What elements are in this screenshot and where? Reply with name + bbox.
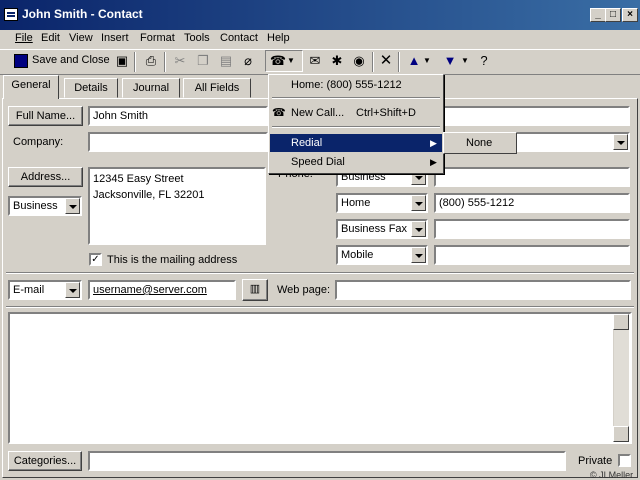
new-call-shortcut: Ctrl+Shift+D (356, 107, 416, 119)
window-title: John Smith - Contact (22, 7, 143, 21)
menu-help[interactable]: Help (267, 30, 290, 46)
divider (6, 272, 634, 274)
contact-card-icon[interactable] (4, 8, 18, 21)
divider (6, 306, 634, 308)
tab-details[interactable]: Details (64, 78, 118, 98)
maximize-icon[interactable]: □ (605, 8, 621, 22)
redial-item[interactable]: Redial (291, 134, 322, 152)
phone-field-1[interactable] (434, 167, 630, 187)
web-page-label: Web page: (277, 284, 331, 296)
categories-button[interactable]: Categories... (8, 451, 82, 471)
print-icon[interactable]: ⎙ (141, 52, 161, 70)
notes-scrollbar[interactable] (613, 314, 629, 442)
phone-icon: ☎ (272, 107, 286, 119)
scroll-down-icon[interactable] (613, 426, 629, 442)
phone-type-combo-4[interactable]: Mobile (336, 245, 428, 265)
menu-format[interactable]: Format (140, 30, 175, 46)
save-and-close-button[interactable]: Save and Close (32, 54, 110, 66)
mailing-address-label: This is the mailing address (107, 254, 238, 266)
dial-home-item[interactable]: Home: (800) 555-1212 (291, 76, 402, 94)
menu-contact[interactable]: Contact (220, 30, 258, 46)
new-letter-icon[interactable]: ✉ (305, 52, 325, 70)
address-type-combo[interactable]: Business (8, 196, 82, 216)
web-page-field[interactable] (335, 280, 631, 300)
tab-general[interactable]: General (3, 75, 59, 99)
toolbar-separator (398, 52, 400, 72)
watermark-text: © JLMeller (590, 470, 634, 480)
phone-type-combo-3[interactable]: Business Fax (336, 219, 428, 239)
menu-view[interactable]: View (69, 30, 93, 46)
menu-bar (0, 28, 640, 48)
submenu-arrow-icon: ▶ (430, 157, 437, 167)
speed-dial-item[interactable]: Speed Dial (291, 153, 345, 171)
delete-icon[interactable]: ✕ (376, 52, 396, 70)
company-label: Company: (13, 136, 64, 148)
toolbar-separator (372, 52, 374, 72)
dial-dropdown-arrow-icon[interactable]: ▼ (286, 52, 296, 70)
menu-separator (272, 97, 440, 99)
next-item-icon[interactable]: ▼ (440, 52, 460, 70)
address-button[interactable]: Address... (8, 167, 83, 187)
address-field[interactable]: 12345 Easy Street Jacksonville, FL 32201 (88, 167, 266, 245)
paste-icon[interactable]: ▤ (216, 52, 236, 70)
close-icon[interactable]: × (622, 8, 638, 22)
email-field[interactable]: username@server.com (88, 280, 236, 300)
menu-tools[interactable]: Tools (184, 30, 210, 46)
address-line-1: 12345 Easy Street (93, 173, 184, 185)
categories-field[interactable] (88, 451, 566, 471)
phone-field-2[interactable]: (800) 555-1212 (434, 193, 630, 213)
tab-all-fields[interactable]: All Fields (183, 78, 251, 98)
copy-icon[interactable]: ❐ (193, 52, 213, 70)
company-field[interactable] (88, 132, 268, 152)
menu-separator (272, 126, 440, 128)
explore-web-icon[interactable]: ◉ (349, 52, 369, 70)
menu-insert[interactable]: Insert (101, 30, 129, 46)
tab-journal[interactable]: Journal (122, 78, 180, 98)
menu-file[interactable]: File (15, 30, 33, 46)
toolbar-separator (164, 52, 166, 72)
mailing-address-checkbox[interactable]: ✓ (89, 253, 102, 266)
private-checkbox[interactable] (618, 454, 631, 467)
meeting-request-icon[interactable]: ✱ (327, 52, 347, 70)
next-dropdown-icon[interactable]: ▼ (460, 52, 470, 70)
submenu-arrow-icon: ▶ (430, 138, 437, 148)
email-type-combo[interactable]: E-mail (8, 280, 82, 300)
job-title-field[interactable] (434, 106, 630, 126)
private-label: Private (578, 455, 613, 467)
phone-icon: ☎ (269, 53, 287, 68)
save-icon (14, 54, 28, 68)
full-name-button[interactable]: Full Name... (8, 106, 83, 126)
minimize-icon[interactable]: _ (590, 8, 606, 22)
help-icon[interactable]: ? (474, 52, 494, 70)
phone-field-3[interactable] (434, 219, 630, 239)
phone-type-combo-2[interactable]: Home (336, 193, 428, 213)
previous-item-icon[interactable]: ▲ (404, 52, 424, 70)
scroll-up-icon[interactable] (613, 314, 629, 330)
new-call-item[interactable]: New Call... (291, 104, 344, 122)
phone-field-4[interactable] (434, 245, 630, 265)
address-book-icon[interactable]: ▥ (242, 279, 268, 301)
toolbar-separator (134, 52, 136, 72)
paperclip-icon[interactable]: ⌀ (238, 52, 258, 70)
address-line-2: Jacksonville, FL 32201 (93, 189, 205, 201)
notes-field[interactable] (8, 312, 632, 444)
save-icon[interactable]: ▣ (112, 52, 132, 70)
redial-none-item[interactable]: None (466, 134, 492, 152)
cut-icon[interactable]: ✂ (170, 52, 190, 70)
full-name-field[interactable]: John Smith (88, 106, 268, 126)
previous-dropdown-icon[interactable]: ▼ (422, 52, 432, 70)
menu-edit[interactable]: Edit (41, 30, 60, 46)
